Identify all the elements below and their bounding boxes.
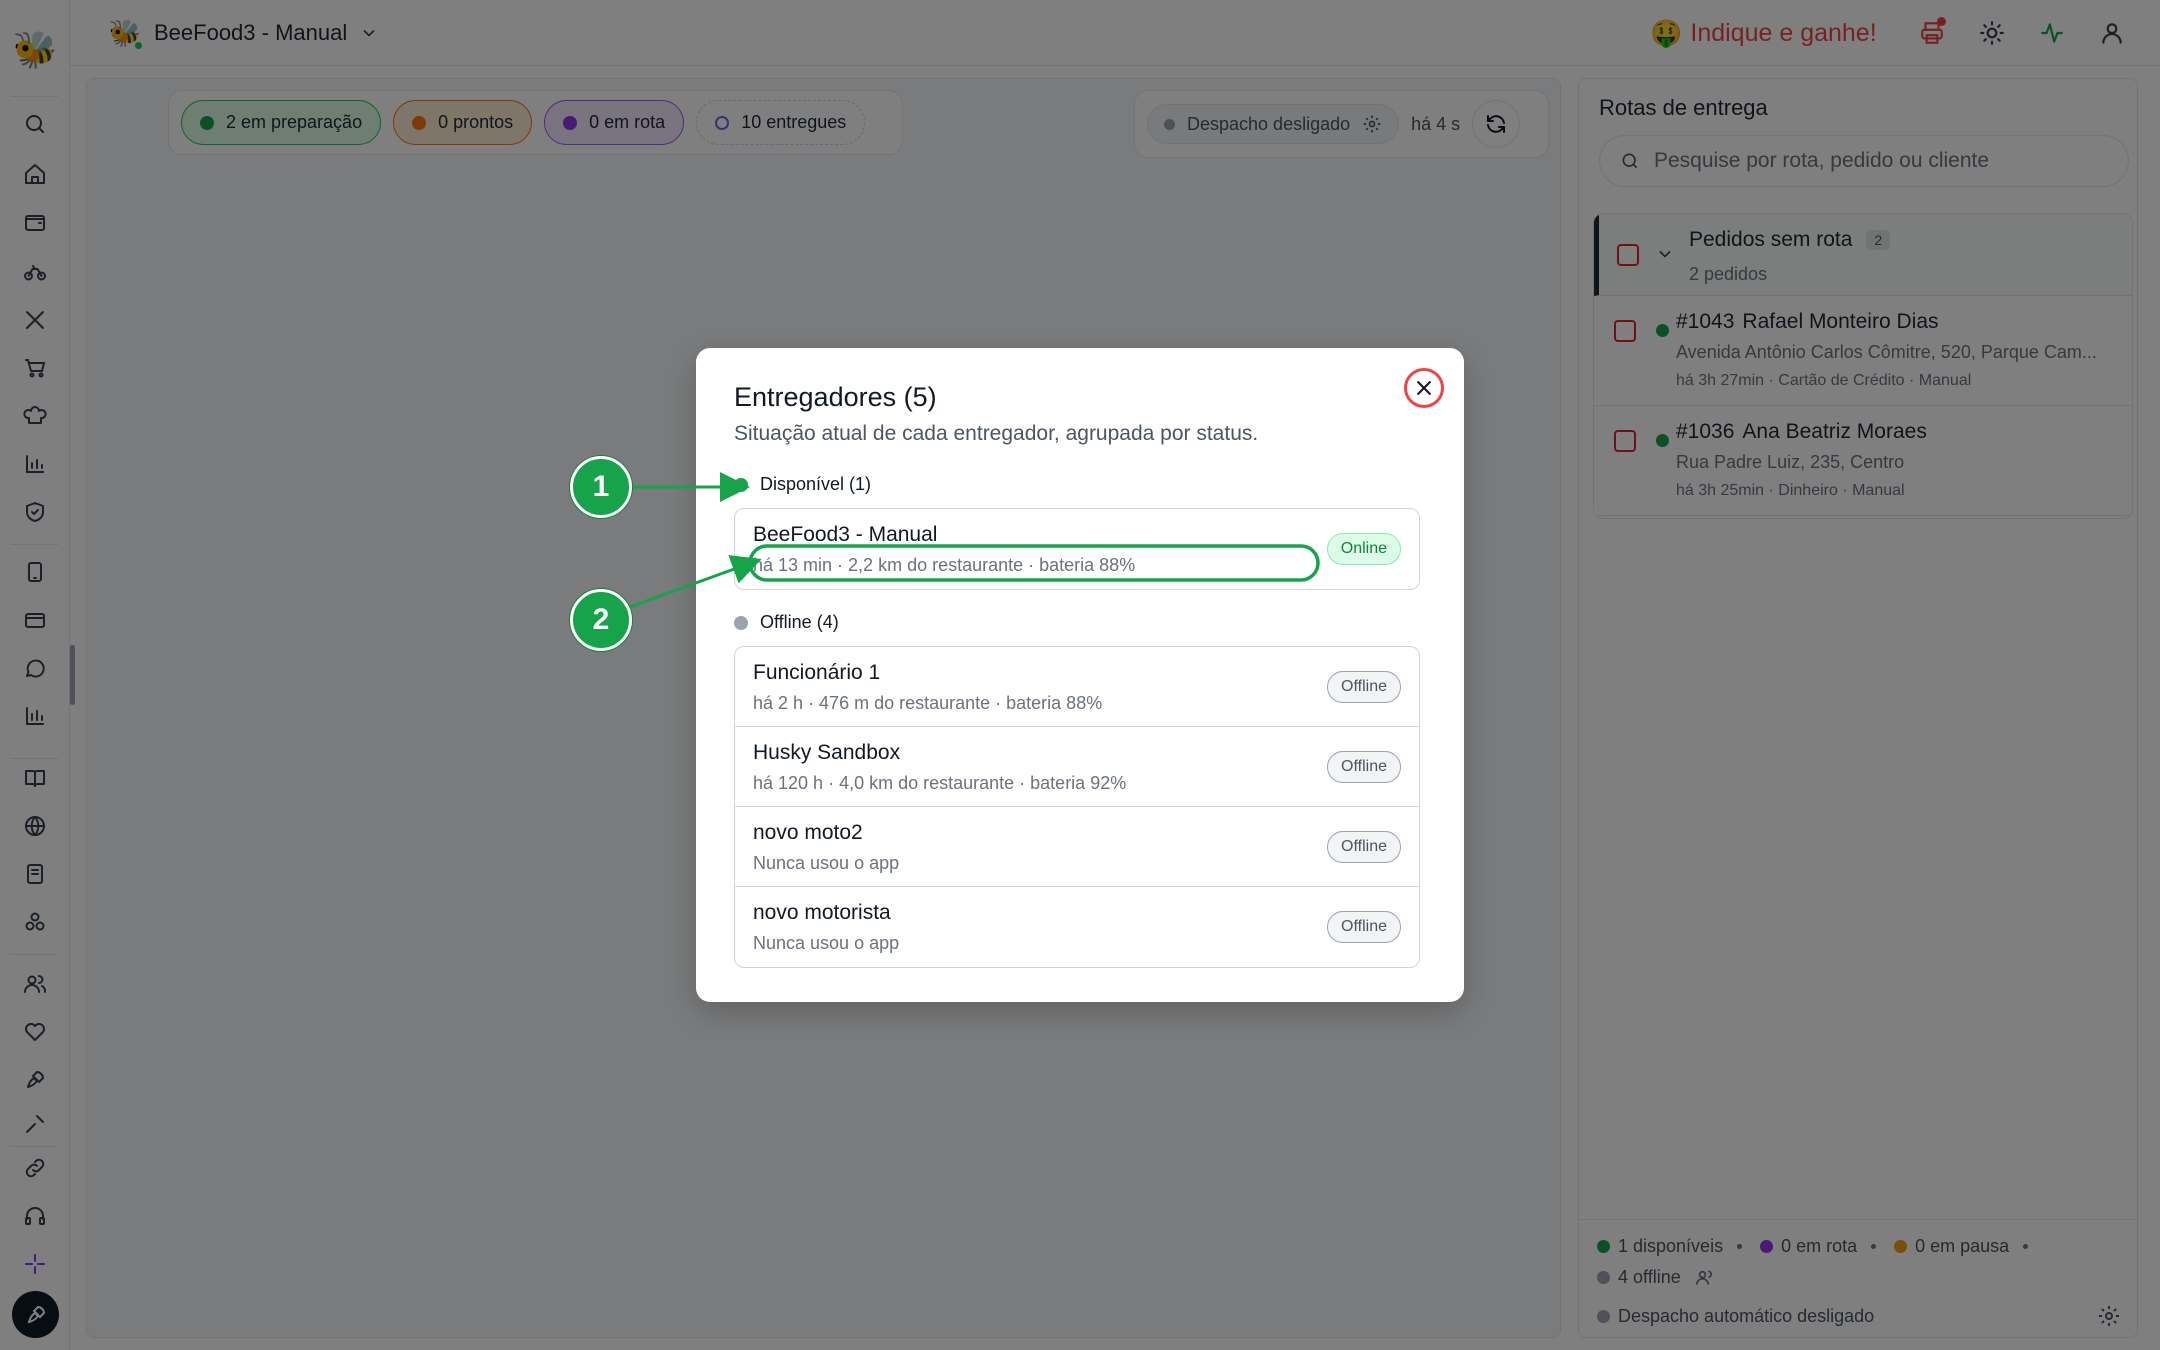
status-dot xyxy=(734,477,748,492)
section-label: Offline (4) xyxy=(760,612,839,632)
courier-row[interactable]: BeeFood3 - Manual há 13 min · 2,2 km do … xyxy=(735,509,1419,589)
courier-name: novo motorista xyxy=(753,901,891,924)
status-badge: Offline xyxy=(1327,671,1401,703)
close-button[interactable] xyxy=(1404,368,1444,408)
section-offline: Offline (4) xyxy=(734,612,839,633)
courier-meta: há 2 h · 476 m do restaurante · bateria … xyxy=(753,693,1103,713)
section-available: Disponível (1) xyxy=(734,474,871,495)
courier-meta: há 120 h · 4,0 km do restaurante · bater… xyxy=(753,773,1127,793)
courier-meta: há 13 min · 2,2 km do restaurante · bate… xyxy=(753,555,1136,575)
status-badge: Offline xyxy=(1327,911,1401,943)
courier-name: Husky Sandbox xyxy=(753,741,901,764)
modal-title: Entregadores (5) xyxy=(734,382,937,412)
courier-row[interactable]: Husky Sandbox há 120 h · 4,0 km do resta… xyxy=(735,727,1419,807)
courier-row[interactable]: Funcionário 1 há 2 h · 476 m do restaura… xyxy=(735,647,1419,727)
annotation-badge: 1 xyxy=(570,456,632,518)
status-badge: Online xyxy=(1326,533,1401,565)
courier-row[interactable]: novo moto2 Nunca usou o app Offline xyxy=(735,807,1419,887)
offline-courier-list: Funcionário 1 há 2 h · 476 m do restaura… xyxy=(734,646,1420,968)
status-badge: Offline xyxy=(1327,751,1401,783)
status-badge: Offline xyxy=(1327,831,1401,863)
available-courier-list: BeeFood3 - Manual há 13 min · 2,2 km do … xyxy=(734,508,1420,590)
annotation-badge: 2 xyxy=(570,589,632,651)
courier-row[interactable]: novo motorista Nunca usou o app Offline xyxy=(735,887,1419,967)
modal-subtitle: Situação atual de cada entregador, agrup… xyxy=(734,422,1259,445)
section-label: Disponível (1) xyxy=(760,474,872,494)
courier-meta: Nunca usou o app xyxy=(753,853,900,873)
courier-name: BeeFood3 - Manual xyxy=(753,523,938,546)
courier-name: novo moto2 xyxy=(753,821,863,844)
courier-meta: Nunca usou o app xyxy=(753,933,900,953)
status-dot xyxy=(734,615,748,630)
close-icon xyxy=(1417,381,1431,395)
courier-name: Funcionário 1 xyxy=(753,661,881,684)
couriers-modal: Entregadores (5) Situação atual de cada … xyxy=(696,348,1464,1002)
